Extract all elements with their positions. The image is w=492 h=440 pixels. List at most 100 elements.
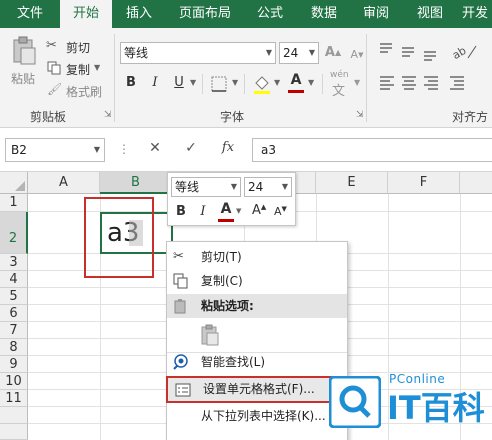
alignment-group-label: 对齐方 [452, 110, 489, 124]
grow-font-button[interactable]: A▲ [324, 44, 342, 62]
chevron-down-icon[interactable]: ▼ [274, 78, 280, 87]
row-header-2[interactable]: 2 [0, 212, 28, 254]
phonetic-char: 文 [332, 84, 346, 99]
tab-data[interactable]: 数据 [302, 0, 346, 28]
chevron-down-icon[interactable]: ▼ [236, 207, 241, 215]
menu-item-smart-lookup[interactable]: 智能查找(L) [167, 350, 347, 374]
tab-page-layout[interactable]: 页面布局 [170, 0, 240, 28]
row-header-6[interactable]: 6 [0, 305, 28, 322]
format-painter-button[interactable]: 🖌 格式刷 [46, 82, 106, 100]
column-header-e[interactable]: E [316, 172, 388, 194]
font-name-combo[interactable]: 等线 ▼ [120, 42, 276, 64]
chevron-down-icon: ▼ [308, 48, 315, 57]
orientation-icon[interactable]: ab [450, 40, 480, 62]
mini-font-color-button[interactable]: A [218, 201, 234, 223]
select-all-corner[interactable] [0, 172, 28, 194]
format-cells-icon [175, 383, 191, 397]
font-color-swatch [288, 90, 304, 93]
phonetic-button[interactable]: wén 文 [330, 70, 352, 99]
fill-color-icon[interactable] [252, 73, 272, 95]
column-header-f[interactable]: F [388, 172, 460, 194]
shrink-font-button[interactable]: A▼ [348, 46, 366, 64]
excel-window: 文件 开始 插入 页面布局 公式 数据 审阅 视图 开发 粘贴 ✂ 剪切 复制 … [0, 0, 492, 440]
shrink-font-glyph: A [350, 48, 359, 61]
row-header-10[interactable]: 10 [0, 373, 28, 390]
name-box[interactable]: B2 ▼ [5, 138, 105, 162]
mini-italic-button[interactable]: I [194, 203, 212, 221]
mini-bold-button[interactable]: B [172, 203, 190, 221]
horizontal-align-icons[interactable] [378, 74, 488, 92]
smart-lookup-icon [173, 354, 188, 370]
more-icon: ⋮ [118, 142, 130, 156]
tab-home[interactable]: 开始 [60, 0, 112, 29]
chevron-down-icon[interactable]: ▼ [308, 78, 314, 87]
font-size-combo[interactable]: 24 ▼ [279, 42, 319, 64]
row-header-12[interactable] [0, 407, 28, 424]
mini-font-size-combo[interactable]: 24 ▼ [244, 177, 292, 197]
menu-item-pick-from-list[interactable]: 从下拉列表中选择(K)... [167, 404, 347, 428]
mini-font-name-combo[interactable]: 等线 ▼ [171, 177, 241, 197]
menu-item-copy[interactable]: 复制(C) [167, 269, 347, 293]
mini-grow-font-button[interactable]: A▲ [252, 203, 268, 221]
row-header-7[interactable]: 7 [0, 322, 28, 339]
font-color-button[interactable]: A [288, 72, 304, 94]
row-header-4[interactable]: 4 [0, 271, 28, 288]
copy-label: 复制 [66, 63, 91, 77]
tab-view[interactable]: 视图 [408, 0, 452, 28]
row-header-9[interactable]: 9 [0, 356, 28, 373]
row-header-1[interactable]: 1 [0, 194, 28, 212]
menu-item-cut[interactable]: ✂ 剪切(T) [167, 245, 347, 269]
bold-button[interactable]: B [122, 74, 140, 92]
enter-button[interactable]: ✓ [182, 140, 200, 160]
column-header-g[interactable] [460, 172, 492, 194]
column-header-b[interactable]: B [100, 172, 172, 194]
tab-file[interactable]: 文件 [8, 0, 52, 28]
row-header-5[interactable]: 5 [0, 288, 28, 305]
pconline-watermark: PConline IT百科 [323, 368, 492, 440]
format-painter-label: 格式刷 [66, 85, 103, 99]
borders-icon[interactable] [210, 75, 228, 93]
mini-shrink-font-button[interactable]: A▼ [274, 205, 290, 223]
scissors-icon: ✂ [46, 38, 57, 53]
menu-item-cut-label: 剪切(T) [201, 250, 242, 264]
paste-option-button[interactable] [197, 322, 221, 346]
menu-item-smart-lookup-label: 智能查找(L) [201, 355, 266, 369]
phonetic-pinyin: wén [330, 70, 349, 80]
cut-button[interactable]: ✂ 剪切 [46, 38, 96, 56]
italic-button[interactable]: I [146, 74, 164, 92]
font-name-value: 等线 [124, 46, 149, 60]
ribbon-home: 粘贴 ✂ 剪切 复制 ▼ 🖌 格式刷 剪贴板 ⇲ 等线 ▼ 24 ▼ A▲ A▼… [0, 28, 492, 128]
name-box-value: B2 [11, 143, 27, 157]
tab-formulas[interactable]: 公式 [248, 0, 292, 28]
row-header-3[interactable]: 3 [0, 254, 28, 271]
divider [322, 74, 323, 94]
formula-bar: B2 ▼ ⋮ ✕ ✓ fx a3 [0, 128, 492, 172]
copy-button[interactable]: 复制 ▼ [46, 60, 106, 78]
select-all-triangle-icon [15, 181, 25, 191]
font-size-value: 24 [283, 46, 299, 60]
dialog-launcher-icon[interactable]: ⇲ [356, 110, 364, 120]
formula-input[interactable]: a3 [252, 138, 492, 162]
tab-developer[interactable]: 开发 [462, 0, 492, 28]
annotation-red-box-cell [84, 197, 154, 278]
pconline-logo-icon [329, 376, 381, 428]
group-divider [114, 34, 115, 122]
mini-font-color-swatch [218, 219, 234, 222]
dialog-launcher-icon[interactable]: ⇲ [104, 110, 112, 120]
row-header-8[interactable]: 8 [0, 339, 28, 356]
cancel-button[interactable]: ✕ [146, 140, 164, 160]
row-header-11[interactable]: 11 [0, 390, 28, 407]
underline-button[interactable]: U [170, 74, 188, 92]
brush-icon: 🖌 [47, 82, 63, 96]
insert-function-button[interactable]: fx [218, 140, 238, 160]
chevron-down-icon[interactable]: ▼ [354, 78, 360, 87]
column-header-a[interactable]: A [28, 172, 100, 194]
row-header-13[interactable] [0, 424, 28, 440]
paste-button[interactable]: 粘贴 [8, 34, 42, 92]
tab-insert[interactable]: 插入 [118, 0, 160, 28]
tab-review[interactable]: 审阅 [354, 0, 398, 28]
mini-grow-glyph: A [252, 203, 261, 218]
chevron-down-icon[interactable]: ▼ [190, 78, 196, 87]
chevron-down-icon[interactable]: ▼ [232, 78, 238, 87]
mini-toolbar: 等线 ▼ 24 ▼ B I A ▼ A▲ A▼ [167, 172, 296, 226]
